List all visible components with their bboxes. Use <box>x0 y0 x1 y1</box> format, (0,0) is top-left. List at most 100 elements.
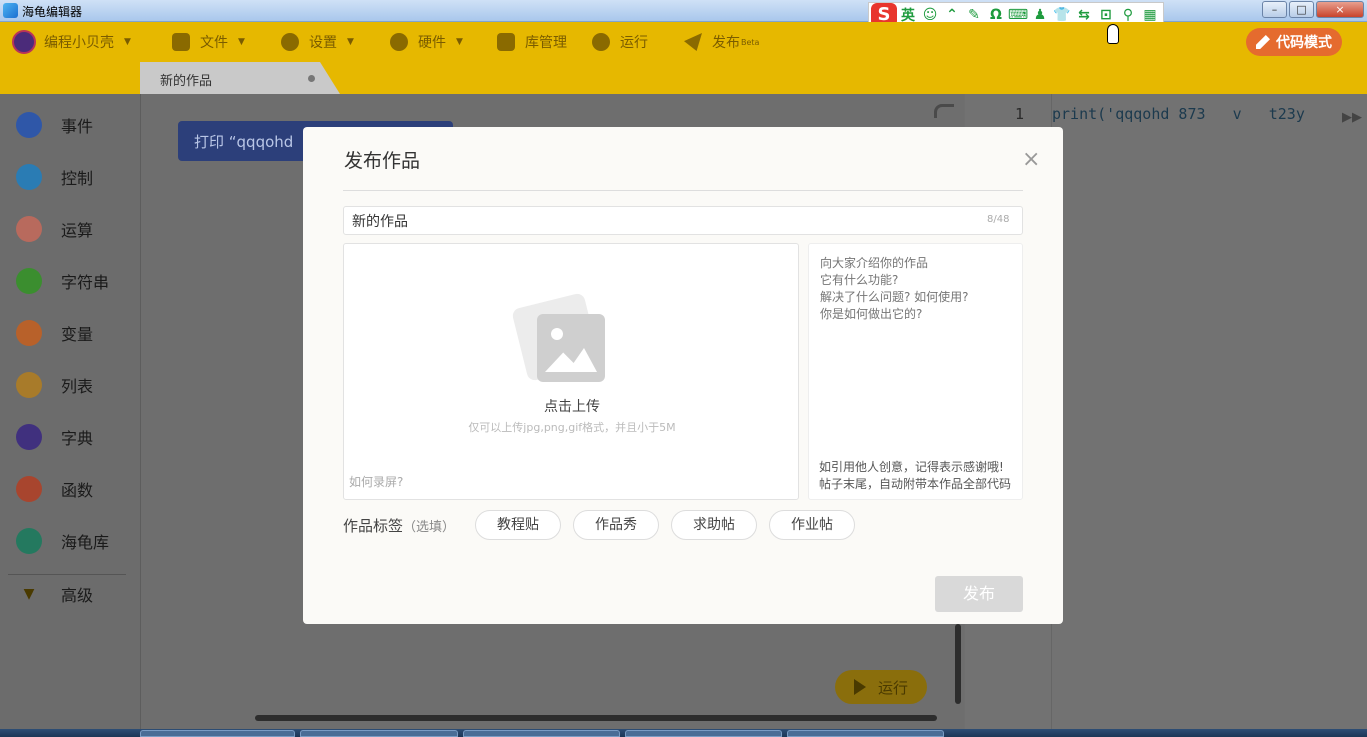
block-category-sidebar: 事件 控制 运算 字符串 变量 列表 字典 函数 海龟库 ▼ 高级 <box>0 94 140 729</box>
run-button-label: 运行 <box>877 678 908 697</box>
upload-label: 点击上传 <box>544 399 600 415</box>
category-operators[interactable]: 运算 <box>0 203 140 255</box>
taskbar <box>0 729 1367 737</box>
search-icon[interactable]: ⚲ <box>1117 7 1139 23</box>
run-label: 运行 <box>620 35 648 51</box>
expand-panel-icon[interactable]: ▶▶ <box>1342 110 1362 125</box>
taskbar-item[interactable] <box>300 730 458 737</box>
maximize-button[interactable]: □ <box>1289 1 1314 18</box>
handwriting-icon[interactable]: ✎ <box>963 7 985 23</box>
dialog-title: 发布作品 <box>344 150 421 172</box>
tag-help[interactable]: 求助帖 <box>671 510 757 540</box>
tag-showcase[interactable]: 作品秀 <box>573 510 659 540</box>
category-label: 控制 <box>61 169 94 188</box>
category-dictionary[interactable]: 字典 <box>0 411 140 463</box>
category-functions[interactable]: 函数 <box>0 463 140 515</box>
close-icon[interactable]: × <box>1022 147 1040 172</box>
category-variables[interactable]: 变量 <box>0 307 140 359</box>
tag-homework[interactable]: 作业帖 <box>769 510 855 540</box>
category-label: 字典 <box>61 429 94 448</box>
category-label: 函数 <box>61 481 94 500</box>
hardware-menu-label: 硬件 <box>418 35 446 51</box>
category-turtle[interactable]: 海龟库 <box>0 515 140 567</box>
publish-label: 发布 <box>712 35 740 51</box>
dialog-divider <box>343 190 1023 191</box>
file-menu[interactable]: 文件 ▼ <box>172 22 245 62</box>
function-icon <box>16 476 42 502</box>
undo-icon[interactable] <box>934 104 954 118</box>
gamepad-icon <box>16 164 42 190</box>
user-menu[interactable]: 编程小贝壳 ▼ <box>12 22 131 62</box>
how-to-record-link[interactable]: 如何录屏? <box>349 473 403 490</box>
keyboard-icon[interactable]: ⌨ <box>1007 7 1029 23</box>
code-attach-note: 帖子末尾，自动附带本作品全部代码 <box>819 477 1012 491</box>
run-button[interactable]: 运行 <box>835 670 927 704</box>
close-window-button[interactable]: × <box>1316 1 1364 18</box>
category-events[interactable]: 事件 <box>0 99 140 151</box>
app-toolbar: 编程小贝壳 ▼ 文件 ▼ 设置 ▼ 硬件 ▼ 库管理 运行 发布 Beta 代码… <box>0 22 1367 62</box>
user-icon[interactable]: ♟ <box>1029 7 1051 23</box>
settings-menu[interactable]: 设置 ▼ <box>281 22 354 62</box>
events-icon <box>16 112 42 138</box>
play-icon <box>853 679 866 695</box>
unsaved-dot-icon <box>308 75 315 82</box>
user-name: 编程小贝壳 <box>44 35 114 51</box>
list-icon <box>16 372 42 398</box>
category-strings[interactable]: 字符串 <box>0 255 140 307</box>
settings-menu-label: 设置 <box>309 35 337 51</box>
category-label: 高级 <box>61 586 94 605</box>
upload-hint: 仅可以上传jpg,png,gif格式，并且小于5M <box>468 421 676 434</box>
work-title-input[interactable] <box>343 206 1023 235</box>
emoji-icon[interactable]: ☺ <box>919 7 941 23</box>
run-toolbar-button[interactable]: 运行 <box>592 22 648 62</box>
category-lists[interactable]: 列表 <box>0 359 140 411</box>
translate-icon[interactable]: ⇆ <box>1073 7 1095 23</box>
code-line[interactable]: print('qqqohd 873 v t23y <box>1052 105 1312 123</box>
tab-label: 新的作品 <box>160 74 213 89</box>
symbol-icon[interactable]: Ω <box>985 7 1007 23</box>
sun-shape <box>551 328 563 340</box>
credit-note: 如引用他人创意，记得表示感谢哦! <box>819 460 1004 474</box>
library-manager-button[interactable]: 库管理 <box>497 22 567 62</box>
window-title: 海龟编辑器 <box>22 5 83 19</box>
image-placeholder-icon <box>537 314 605 382</box>
paper-plane-icon <box>684 33 702 51</box>
tags-label: 作品标签（选填） <box>343 515 455 536</box>
line-number: 1 <box>1015 105 1025 123</box>
taskbar-item[interactable] <box>787 730 944 737</box>
code-mode-button[interactable]: 代码模式 <box>1246 28 1342 56</box>
punctuation-icon[interactable]: ⌃ <box>941 7 963 23</box>
file-menu-label: 文件 <box>200 35 228 51</box>
string-icon <box>16 268 42 294</box>
taskbar-item[interactable] <box>625 730 782 737</box>
tag-tutorial[interactable]: 教程贴 <box>475 510 561 540</box>
grid-icon[interactable]: ▦ <box>1139 7 1161 23</box>
turtle-icon <box>16 528 42 554</box>
taskbar-item[interactable] <box>463 730 620 737</box>
tags-optional-text: （选填） <box>403 520 456 535</box>
title-char-counter: 8/48 <box>987 214 1010 225</box>
description-footer: 如引用他人创意，记得表示感谢哦! 帖子末尾，自动附带本作品全部代码 <box>819 459 1011 493</box>
publish-toolbar-button[interactable]: 发布 Beta <box>684 22 759 62</box>
publish-button[interactable]: 发布 <box>935 576 1023 612</box>
cover-upload-area[interactable]: 点击上传 仅可以上传jpg,png,gif格式，并且小于5M 如何录屏? <box>343 243 799 500</box>
skin-icon[interactable]: 👕 <box>1051 7 1073 23</box>
taskbar-item[interactable] <box>140 730 295 737</box>
category-control[interactable]: 控制 <box>0 151 140 203</box>
category-label: 变量 <box>61 325 94 344</box>
horizontal-scrollbar[interactable] <box>255 715 937 721</box>
category-advanced[interactable]: ▼ 高级 <box>0 568 140 620</box>
minimize-button[interactable]: – <box>1262 1 1287 18</box>
tab-new-work[interactable]: 新的作品 <box>140 62 340 94</box>
calculator-icon <box>16 216 42 242</box>
crop-icon[interactable]: ⊡ <box>1095 7 1117 23</box>
app-icon <box>3 3 18 18</box>
avatar <box>12 30 36 54</box>
gear-icon <box>281 33 299 51</box>
vertical-scrollbar[interactable] <box>955 624 961 704</box>
hardware-menu[interactable]: 硬件 ▼ <box>390 22 463 62</box>
category-label: 运算 <box>61 221 94 240</box>
tags-label-text: 作品标签 <box>343 517 404 535</box>
mouse-cursor <box>1107 24 1119 44</box>
tab-bar: 新的作品 <box>0 62 1367 94</box>
